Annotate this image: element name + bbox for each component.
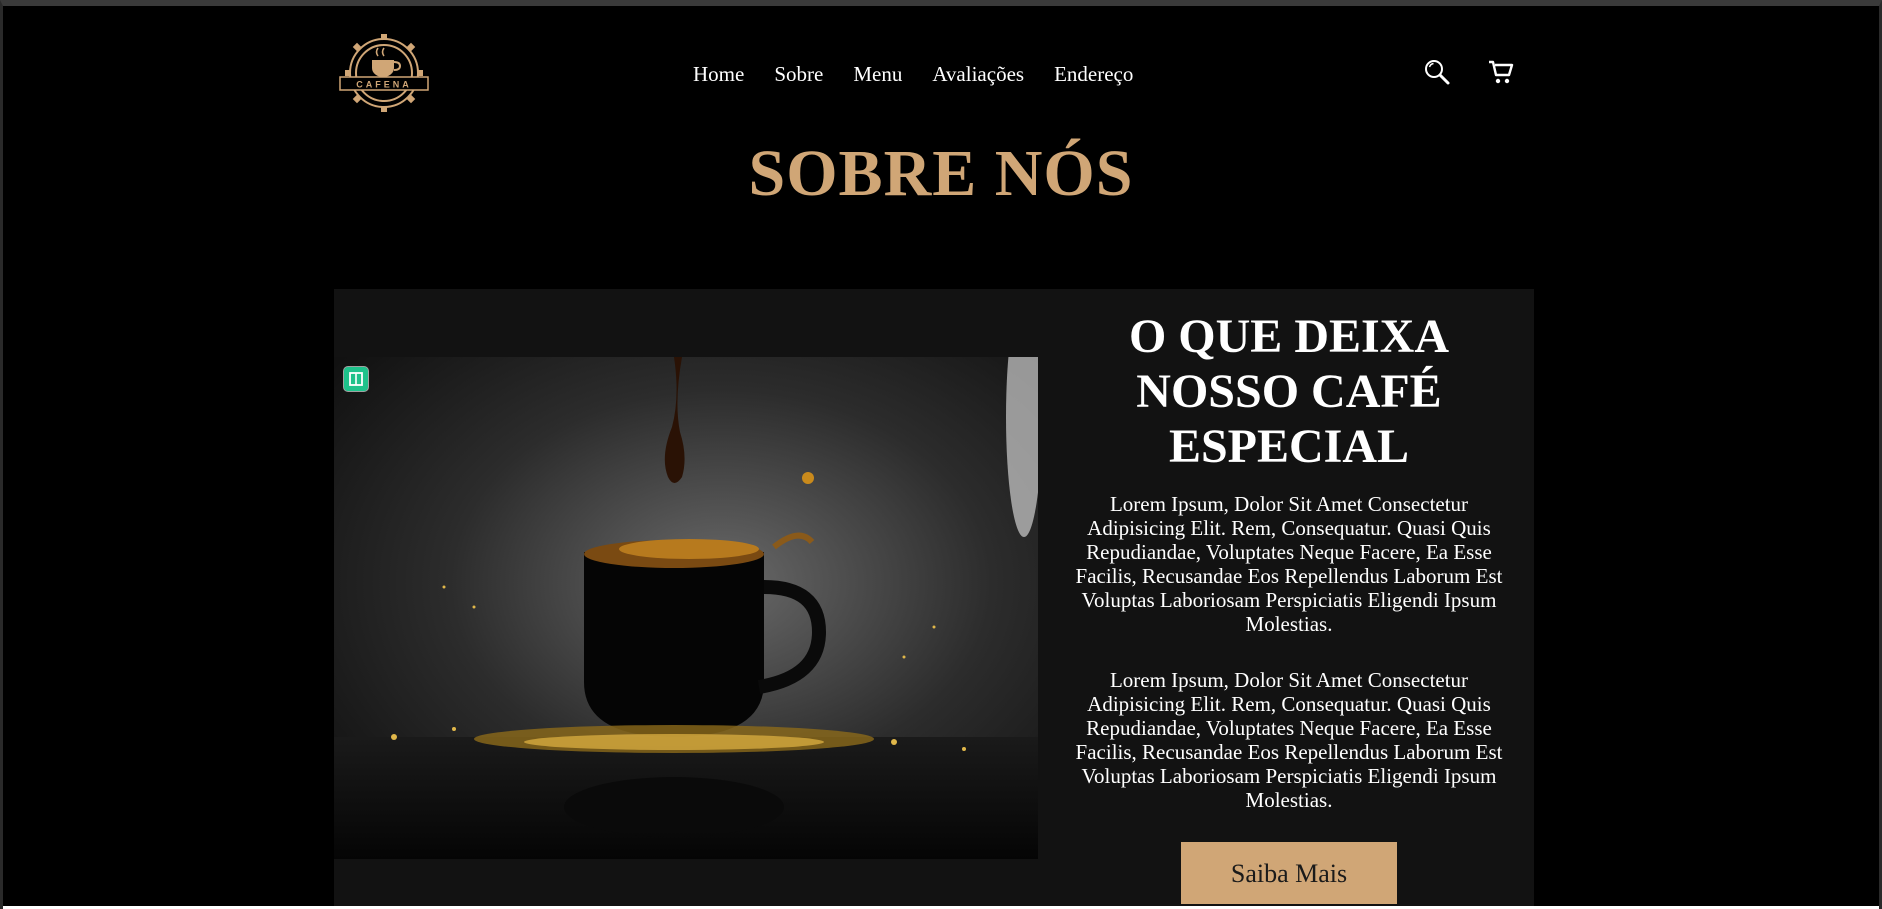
about-paragraph-1: Lorem Ipsum, Dolor Sit Amet Consectetur … bbox=[1075, 492, 1503, 636]
header-icons bbox=[1423, 58, 1515, 86]
about-section: O QUE DEIXA NOSSO CAFÉ ESPECIAL Lorem Ip… bbox=[334, 289, 1534, 906]
svg-text:CAFENA: CAFENA bbox=[356, 80, 412, 90]
main-nav: Home Sobre Menu Avaliações Endereço bbox=[693, 62, 1133, 87]
logo-icon: CAFENA bbox=[339, 34, 429, 112]
cafena-logo[interactable]: CAFENA bbox=[334, 30, 434, 116]
coffee-cup-image bbox=[334, 357, 1038, 859]
nav-avaliacoes[interactable]: Avaliações bbox=[932, 62, 1024, 87]
cart-icon[interactable] bbox=[1487, 58, 1515, 86]
page-viewport: CAFENA Home Sobre Menu Avaliações Endere… bbox=[3, 6, 1879, 906]
search-icon[interactable] bbox=[1423, 58, 1451, 86]
about-paragraph-2: Lorem Ipsum, Dolor Sit Amet Consectetur … bbox=[1075, 668, 1503, 812]
nav-sobre[interactable]: Sobre bbox=[774, 62, 823, 87]
nav-menu[interactable]: Menu bbox=[853, 62, 902, 87]
saiba-mais-button[interactable]: Saiba Mais bbox=[1181, 842, 1397, 904]
nav-endereco[interactable]: Endereço bbox=[1054, 62, 1133, 87]
nav-home[interactable]: Home bbox=[693, 62, 744, 87]
about-heading: O QUE DEIXA NOSSO CAFÉ ESPECIAL bbox=[1128, 310, 1450, 473]
site-header: CAFENA Home Sobre Menu Avaliações Endere… bbox=[3, 6, 1879, 136]
page-title: SOBRE NÓS bbox=[748, 137, 1134, 210]
about-content: O QUE DEIXA NOSSO CAFÉ ESPECIAL Lorem Ip… bbox=[1064, 309, 1514, 904]
image-badge-icon[interactable] bbox=[344, 367, 368, 391]
